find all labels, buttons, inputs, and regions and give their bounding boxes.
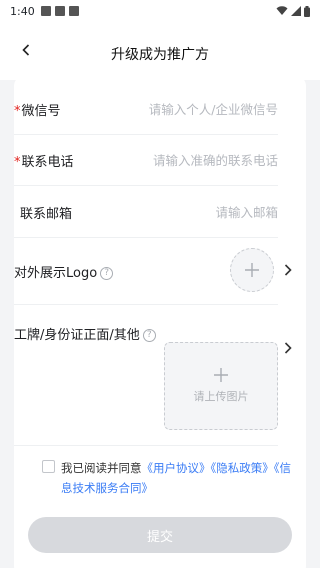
agreement: 我已阅读并同意《用户协议》《隐私政策》《信息技术服务合同》	[42, 458, 298, 498]
divider	[14, 185, 278, 186]
divider	[14, 134, 278, 135]
wechat-label-text: 微信号	[21, 103, 61, 119]
upload-hint: 请上传图片	[193, 390, 249, 403]
logo-upload-button[interactable]	[230, 248, 274, 292]
page-title: 升级成为推广方	[111, 47, 209, 63]
privacy-policy-link[interactable]: 《隐私政策》	[211, 461, 274, 475]
status-time: 1:40	[10, 4, 35, 18]
divider	[14, 237, 278, 238]
phone-label-text: 联系电话	[21, 154, 74, 170]
chevron-right-icon[interactable]	[284, 264, 292, 276]
plus-icon	[214, 368, 228, 382]
required-mark: *	[14, 154, 21, 170]
agreement-text: 我已阅读并同意《用户协议》《隐私政策》《信息技术服务合同》	[61, 458, 298, 498]
agreement-checkbox[interactable]	[42, 460, 55, 473]
logo-label-text: 对外展示Logo	[14, 265, 98, 281]
help-icon[interactable]: ?	[100, 266, 114, 280]
signal-icon	[291, 6, 301, 16]
submit-button[interactable]: 提交	[28, 517, 292, 553]
logo-label: 对外展示Logo?	[14, 262, 114, 281]
required-mark: *	[14, 103, 21, 119]
wechat-row: *微信号	[14, 97, 278, 121]
phone-row: *联系电话	[14, 148, 278, 172]
battery-icon	[304, 5, 310, 17]
wechat-label: *微信号	[14, 100, 61, 119]
plus-icon	[245, 263, 259, 277]
phone-input[interactable]	[73, 152, 278, 168]
wechat-input[interactable]	[60, 101, 278, 117]
phone-label: *联系电话	[14, 151, 74, 170]
id-photo-label: 工牌/身份证正面/其他?	[14, 324, 156, 343]
notification-icon	[54, 6, 65, 16]
status-icons	[276, 5, 310, 17]
notification-icon	[40, 6, 51, 16]
email-row: 联系邮箱	[14, 200, 278, 224]
notification-icon	[68, 6, 79, 16]
id-photo-row: 工牌/身份证正面/其他?	[14, 322, 278, 344]
nav-bar: 升级成为推广方	[0, 22, 320, 80]
email-label: 联系邮箱	[20, 206, 73, 222]
divider	[14, 304, 278, 305]
agreement-prefix: 我已阅读并同意	[61, 461, 142, 475]
divider	[14, 445, 278, 446]
user-agreement-link[interactable]: 《用户协议》	[142, 461, 211, 475]
wifi-icon	[276, 6, 288, 15]
email-input[interactable]	[72, 204, 278, 220]
id-photo-label-text: 工牌/身份证正面/其他	[14, 327, 140, 343]
help-icon[interactable]: ?	[142, 328, 156, 342]
chevron-right-icon[interactable]	[284, 342, 292, 354]
image-upload-button[interactable]: 请上传图片	[164, 342, 278, 430]
status-bar: 1:40	[0, 0, 320, 22]
